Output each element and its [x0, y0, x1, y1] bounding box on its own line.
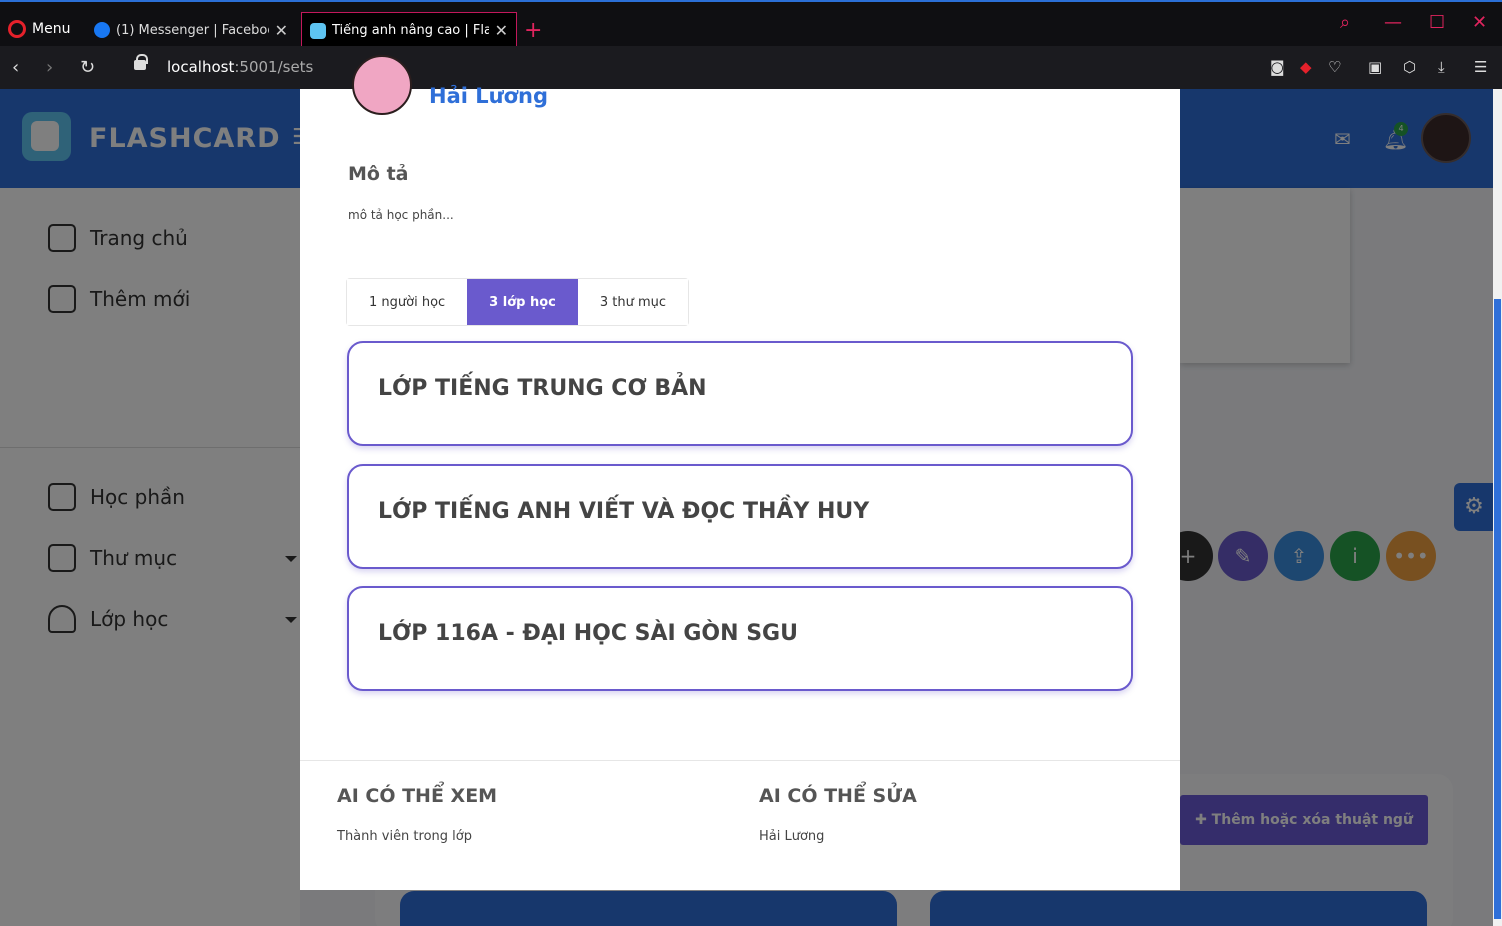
class-card[interactable]: LỚP 116A - ĐẠI HỌC SÀI GÒN SGU [347, 586, 1133, 691]
search-tabs-icon[interactable]: ⌕ [1340, 12, 1350, 33]
modal-divider [300, 760, 1180, 761]
opera-menu-button[interactable]: Menu [8, 20, 70, 38]
close-tab-icon[interactable]: ✕ [275, 21, 288, 40]
who-can-edit-value: Hải Lương [759, 829, 825, 844]
extensions-cube-icon[interactable]: ⬡ [1403, 58, 1416, 76]
scrollbar-thumb[interactable] [1494, 299, 1501, 919]
set-info-modal: Hải Lương Mô tả mô tả học phần... 1 ngườ… [300, 55, 1180, 890]
screen-capture-icon[interactable]: ▣ [1368, 58, 1382, 76]
download-icon[interactable]: ⤓ [1438, 58, 1445, 76]
owner-avatar [352, 55, 412, 115]
flashcard-favicon-icon [310, 22, 326, 39]
url-host: localhost [167, 58, 235, 76]
page-scrollbar[interactable] [1493, 89, 1502, 926]
class-card[interactable]: LỚP TIẾNG ANH VIẾT VÀ ĐỌC THẦY HUY [347, 464, 1133, 569]
tab-classes[interactable]: 3 lớp học [467, 279, 578, 325]
address-bar: ‹ › ↻ localhost:5001/sets ◙ ◆ ♡ ▣ ⬡ ⤓ ☰ [0, 46, 1502, 89]
class-card[interactable]: LỚP TIẾNG TRUNG CƠ BẢN [347, 341, 1133, 446]
description-title: Mô tả [348, 163, 409, 185]
opera-logo-icon [8, 20, 26, 38]
class-name: LỚP 116A - ĐẠI HỌC SÀI GÒN SGU [378, 621, 798, 646]
who-can-edit-title: AI CÓ THỂ SỬA [759, 785, 917, 807]
browser-tab-flashcard[interactable]: Tiếng anh nâng cao | Flashcard ✕ [301, 12, 517, 48]
tab-title: Tiếng anh nâng cao | Flashcard [332, 23, 489, 38]
facebook-icon [94, 22, 110, 38]
adblock-shield-icon[interactable]: ◆ [1300, 58, 1312, 76]
who-can-view-title: AI CÓ THỂ XEM [337, 785, 498, 807]
minimize-icon[interactable]: — [1384, 12, 1402, 33]
close-window-icon[interactable]: ✕ [1472, 12, 1487, 33]
modal-tabs: 1 người học 3 lớp học 3 thư mục [346, 278, 690, 326]
reload-icon[interactable]: ↻ [80, 57, 95, 78]
tab-folders[interactable]: 3 thư mục [577, 279, 689, 325]
snapshot-icon[interactable]: ◙ [1270, 58, 1285, 76]
forward-icon[interactable]: › [46, 57, 53, 78]
tab-title: (1) Messenger | Facebook [116, 22, 269, 38]
browser-tab-messenger[interactable]: (1) Messenger | Facebook ✕ [86, 12, 296, 48]
url-field[interactable]: localhost:5001/sets [167, 58, 313, 76]
back-icon[interactable]: ‹ [12, 57, 19, 78]
browser-tab-bar: Menu (1) Messenger | Facebook ✕ Tiếng an… [0, 0, 1502, 48]
owner-name[interactable]: Hải Lương [429, 84, 548, 108]
maximize-icon[interactable]: ☐ [1429, 12, 1445, 33]
new-tab-icon[interactable]: + [524, 18, 542, 43]
who-can-view-value: Thành viên trong lớp [337, 829, 472, 844]
class-name: LỚP TIẾNG ANH VIẾT VÀ ĐỌC THẦY HUY [378, 499, 870, 524]
lock-icon [134, 54, 148, 70]
class-name: LỚP TIẾNG TRUNG CƠ BẢN [378, 376, 707, 401]
close-tab-icon[interactable]: ✕ [495, 21, 508, 40]
easy-setup-icon[interactable]: ☰ [1474, 58, 1487, 76]
menu-label: Menu [32, 21, 71, 37]
description-text: mô tả học phần... [348, 208, 454, 222]
heart-icon[interactable]: ♡ [1328, 58, 1341, 76]
tab-learners[interactable]: 1 người học [347, 279, 468, 325]
url-path: :5001/sets [234, 58, 314, 76]
